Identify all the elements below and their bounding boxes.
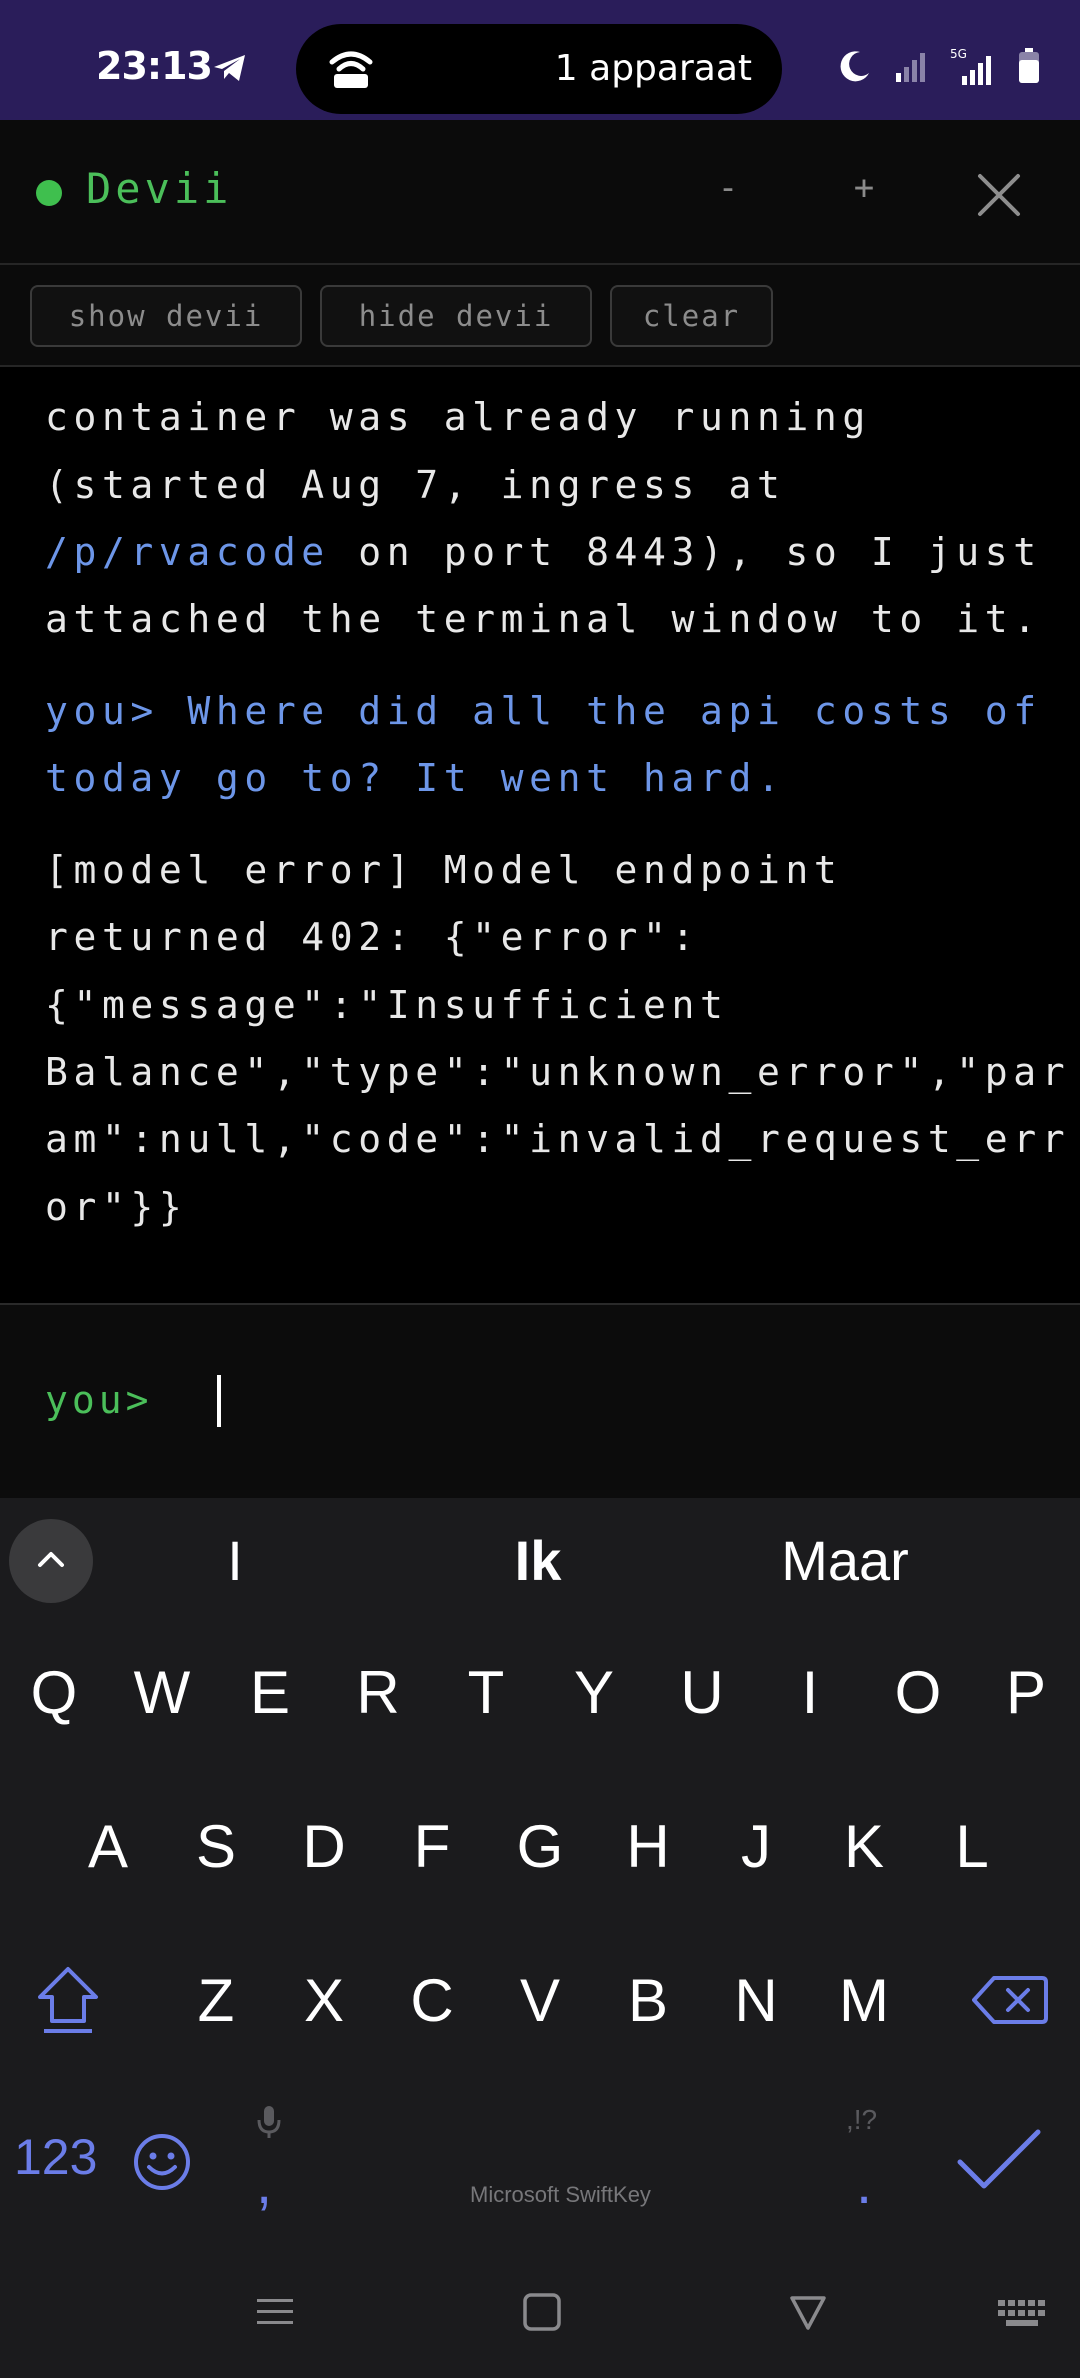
battery-icon bbox=[1019, 48, 1039, 83]
key[interactable]: U bbox=[652, 1632, 752, 1752]
user-message-line: you> Where did all the api costs of bbox=[45, 689, 1042, 733]
show-devii-button[interactable]: show devii bbox=[30, 285, 302, 347]
do-not-disturb-icon bbox=[840, 51, 869, 82]
comma-key[interactable]: , bbox=[256, 2150, 272, 2217]
hide-devii-button[interactable]: hide devii bbox=[320, 285, 592, 347]
telegram-icon bbox=[214, 55, 245, 81]
key[interactable]: C bbox=[382, 1940, 482, 2060]
key[interactable]: F bbox=[382, 1786, 482, 1906]
hotspot-icon bbox=[329, 51, 373, 88]
key[interactable]: V bbox=[490, 1940, 590, 2060]
home-icon[interactable] bbox=[522, 2292, 562, 2332]
svg-text:5G: 5G bbox=[950, 47, 967, 61]
key[interactable]: K bbox=[814, 1786, 914, 1906]
suggestion-3[interactable]: Maar bbox=[760, 1528, 930, 1593]
keyboard-icon[interactable] bbox=[996, 2296, 1048, 2330]
key[interactable]: B bbox=[598, 1940, 698, 2060]
key[interactable]: Z bbox=[166, 1940, 266, 2060]
chevron-up-icon bbox=[38, 1552, 64, 1567]
transcript-line: /p/rvacode on port 8443), so I just bbox=[45, 530, 1042, 574]
shift-icon bbox=[38, 1967, 98, 2033]
5g-signal-icon: 5G bbox=[950, 47, 991, 85]
suggestion-1[interactable]: I bbox=[200, 1528, 270, 1593]
transcript-line: attached the terminal window to it. bbox=[45, 597, 1042, 641]
key[interactable]: Y bbox=[544, 1632, 644, 1752]
transcript-text: on port 8443), so I just bbox=[329, 530, 1042, 574]
text-caret bbox=[217, 1375, 221, 1427]
hotspot-pill[interactable]: 1 apparaat bbox=[296, 24, 782, 114]
clear-button[interactable]: clear bbox=[610, 285, 773, 347]
punctuation-hint: ,!? bbox=[846, 2104, 878, 2135]
key[interactable]: I bbox=[760, 1632, 860, 1752]
app-title: Devii bbox=[86, 164, 233, 213]
enter-checkmark-icon[interactable] bbox=[954, 2124, 1044, 2194]
numbers-key[interactable]: 123 bbox=[14, 2128, 97, 2186]
key[interactable]: D bbox=[274, 1786, 374, 1906]
key[interactable]: T bbox=[436, 1632, 536, 1752]
key[interactable]: W bbox=[112, 1632, 212, 1752]
suggestion-2[interactable]: Ik bbox=[478, 1528, 598, 1593]
status-bar: 23:13 1 apparaat 5G bbox=[0, 0, 1080, 120]
toolbar-toggle-button[interactable] bbox=[9, 1519, 93, 1603]
minimize-button[interactable]: - bbox=[698, 168, 758, 208]
transcript[interactable]: container was already running (started A… bbox=[0, 367, 1080, 1303]
error-line: {"message":"Insufficient bbox=[45, 983, 729, 1027]
key[interactable]: E bbox=[220, 1632, 320, 1752]
emoji-icon[interactable] bbox=[132, 2132, 192, 2192]
key[interactable]: J bbox=[706, 1786, 806, 1906]
error-line: Balance","type":"unknown_error","par bbox=[45, 1050, 1071, 1094]
key[interactable]: O bbox=[868, 1632, 968, 1752]
signal-icon bbox=[896, 53, 925, 82]
key[interactable]: L bbox=[922, 1786, 1022, 1906]
path-link[interactable]: /p/rvacode bbox=[45, 530, 330, 574]
error-line: am":null,"code":"invalid_request_err bbox=[45, 1117, 1071, 1161]
hotspot-text: 1 apparaat bbox=[554, 48, 752, 89]
connection-status-dot bbox=[36, 180, 62, 206]
input-prompt: you> bbox=[45, 1378, 153, 1422]
key[interactable]: X bbox=[274, 1940, 374, 2060]
status-icons: 5G bbox=[838, 46, 1040, 86]
error-line: returned 402: {"error": bbox=[45, 915, 700, 959]
key[interactable]: G bbox=[490, 1786, 590, 1906]
menu-icon[interactable] bbox=[255, 2292, 295, 2332]
backspace-icon bbox=[972, 1976, 1048, 2024]
close-icon[interactable] bbox=[972, 168, 1026, 222]
error-line: or"}} bbox=[45, 1185, 188, 1229]
keyboard bbox=[0, 1498, 1080, 2378]
microphone-icon bbox=[257, 2106, 281, 2138]
maximize-button[interactable]: + bbox=[834, 168, 894, 208]
status-time: 23:13 bbox=[96, 44, 213, 88]
period-key[interactable]: . bbox=[856, 2150, 872, 2217]
key[interactable]: R bbox=[328, 1632, 428, 1752]
error-line: [model error] Model endpoint bbox=[45, 848, 843, 892]
key[interactable]: A bbox=[58, 1786, 158, 1906]
key[interactable]: P bbox=[976, 1632, 1076, 1752]
user-message-line: today go to? It went hard. bbox=[45, 756, 786, 800]
back-icon[interactable] bbox=[788, 2292, 828, 2332]
key[interactable]: M bbox=[814, 1940, 914, 2060]
key[interactable]: Q bbox=[4, 1632, 104, 1752]
command-input[interactable] bbox=[0, 1305, 1080, 1498]
key[interactable]: N bbox=[706, 1940, 806, 2060]
transcript-line: (started Aug 7, ingress at bbox=[45, 463, 786, 507]
key[interactable]: H bbox=[598, 1786, 698, 1906]
transcript-line: container was already running bbox=[45, 395, 871, 439]
backspace-key[interactable] bbox=[960, 1940, 1060, 2060]
key[interactable]: S bbox=[166, 1786, 266, 1906]
shift-key[interactable] bbox=[18, 1940, 118, 2060]
spacebar[interactable]: Microsoft SwiftKey bbox=[470, 2182, 651, 2208]
